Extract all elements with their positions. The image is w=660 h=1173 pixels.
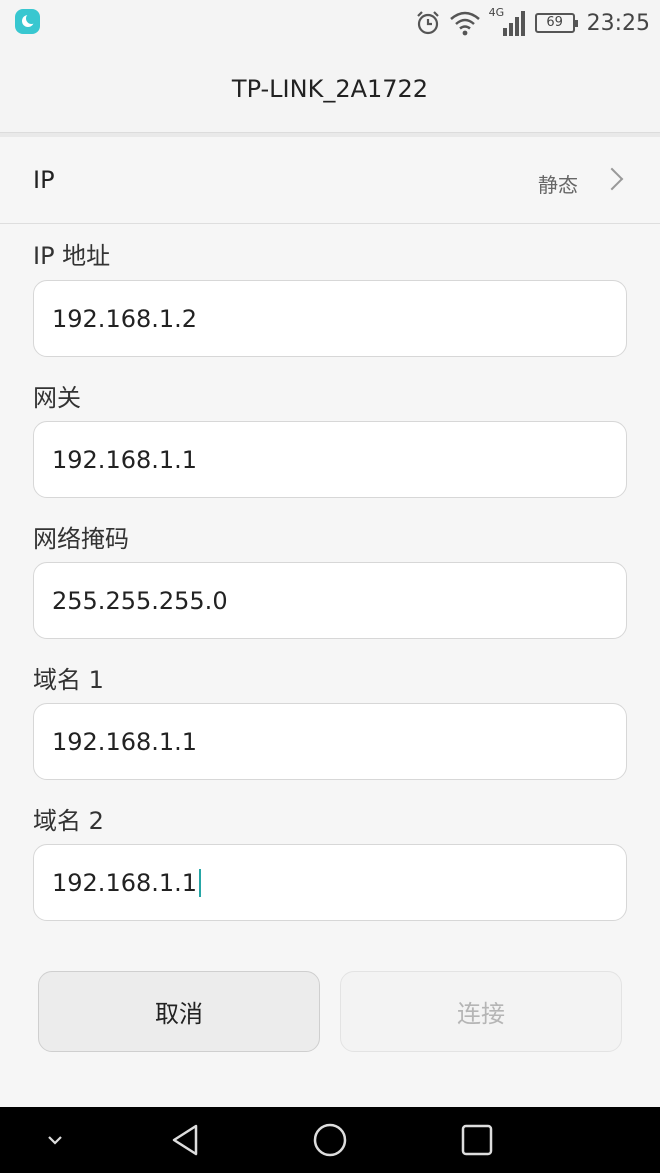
cancel-button[interactable]: 取消: [38, 971, 320, 1052]
back-button[interactable]: [160, 1107, 210, 1173]
chevron-down-icon: [48, 1136, 62, 1145]
recent-square-icon: [461, 1124, 493, 1156]
dns1-input[interactable]: 192.168.1.1: [33, 703, 627, 780]
text-cursor: [199, 868, 202, 897]
status-icons: 4G 69 23:25: [415, 6, 650, 40]
ip-address-label: IP 地址: [33, 242, 111, 270]
status-time: 23:25: [586, 10, 650, 36]
app-icon: [15, 9, 40, 34]
dns2-value: 192.168.1.1: [52, 868, 198, 897]
home-circle-icon: [313, 1123, 347, 1157]
netmask-label: 网络掩码: [33, 525, 129, 553]
battery-icon: 69: [534, 13, 578, 33]
recent-apps-button[interactable]: [452, 1107, 502, 1173]
signal-icon: 4G: [489, 6, 527, 38]
gateway-value: 192.168.1.1: [52, 445, 198, 474]
page-title: TP-LINK_2A1722: [231, 75, 429, 103]
ip-setting-value: 静态: [538, 173, 578, 197]
netmask-input[interactable]: 255.255.255.0: [33, 562, 627, 639]
connect-button-label: 连接: [457, 1000, 505, 1028]
gateway-input[interactable]: 192.168.1.1: [33, 421, 627, 498]
home-button[interactable]: [305, 1107, 355, 1173]
hide-nav-button[interactable]: [35, 1107, 75, 1173]
status-bar: 4G 69 23:25: [0, 0, 660, 46]
navigation-bar: [0, 1107, 660, 1173]
back-triangle-icon: [172, 1124, 198, 1156]
dns2-label: 域名 2: [33, 807, 104, 835]
gateway-label: 网关: [33, 384, 81, 412]
connect-button[interactable]: 连接: [340, 971, 622, 1052]
dns1-value: 192.168.1.1: [52, 727, 198, 756]
title-divider: [0, 132, 660, 137]
cancel-button-label: 取消: [155, 1000, 203, 1028]
dns2-input[interactable]: 192.168.1.1: [33, 844, 627, 921]
wifi-icon: [449, 11, 480, 36]
ip-address-value: 192.168.1.2: [52, 304, 198, 333]
battery-level: 69: [546, 15, 563, 30]
dns1-label: 域名 1: [33, 666, 104, 694]
alarm-icon: [416, 11, 439, 35]
chevron-right-icon: [600, 167, 624, 191]
ip-setting-label: IP: [33, 166, 55, 194]
ip-address-input[interactable]: 192.168.1.2: [33, 280, 627, 357]
title-bar: TP-LINK_2A1722: [0, 46, 660, 132]
netmask-value: 255.255.255.0: [52, 586, 228, 615]
ip-setting-row[interactable]: IP 静态: [0, 138, 660, 224]
